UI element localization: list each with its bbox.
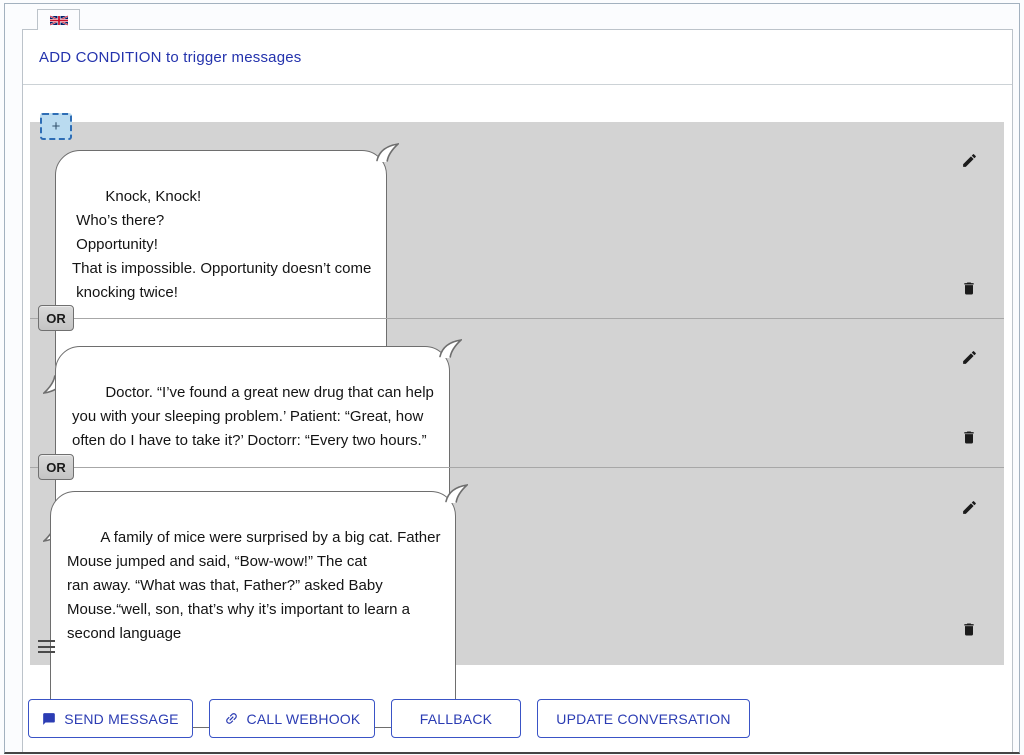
button-label: FALLBACK [420,711,492,727]
pencil-icon [961,152,978,169]
condition-row: A family of mice were surprised by a big… [30,467,1004,665]
button-label: SEND MESSAGE [64,711,178,727]
call-webhook-button[interactable]: CALL WEBHOOK [209,699,375,738]
send-message-button[interactable]: SEND MESSAGE [28,699,193,738]
trash-icon [961,429,977,446]
edit-message-button[interactable] [960,348,978,366]
delete-message-button[interactable] [960,279,978,297]
message-text: Knock, Knock! Who’s there? Opportunity! … [72,188,371,301]
page-title: ADD CONDITION to trigger messages [39,49,302,66]
language-tab[interactable] [37,9,80,30]
pencil-icon [961,499,978,516]
message-text: A family of mice were surprised by a big… [67,529,440,642]
drag-handle[interactable] [38,639,58,654]
bubble-tail-icon [438,339,462,359]
message-text: Doctor. “I’ve found a great new drug tha… [72,384,434,449]
link-icon [220,708,241,729]
uk-flag-icon [50,15,68,26]
delete-message-button[interactable] [960,620,978,638]
button-label: UPDATE CONVERSATION [556,711,730,727]
bubble-tail-icon [375,143,399,163]
condition-row: Doctor. “I’ve found a great new drug tha… [30,318,1004,467]
add-condition-button[interactable]: + [40,113,72,140]
bubble-tail-icon [444,484,468,504]
edit-message-button[interactable] [960,151,978,169]
edit-message-button[interactable] [960,498,978,516]
trash-icon [961,621,977,638]
speech-bubble-icon [42,712,56,726]
delete-message-button[interactable] [960,428,978,446]
drag-handle-icon [38,640,55,653]
update-conversation-button[interactable]: UPDATE CONVERSATION [537,699,750,738]
button-label: CALL WEBHOOK [247,711,361,727]
conditions-canvas: + Knock, Knock! Who’s there? Opportunity… [30,122,1004,665]
message-bubble[interactable]: A family of mice were surprised by a big… [50,491,456,728]
or-badge: OR [38,305,74,331]
condition-row: Knock, Knock! Who’s there? Opportunity! … [30,122,1004,318]
chatbot-condition-editor: ADD CONDITION to trigger messages + Knoc… [0,0,1024,755]
pencil-icon [961,349,978,366]
trash-icon [961,280,977,297]
action-toolbar: SEND MESSAGE CALL WEBHOOK FALLBACK UPDAT… [28,699,750,738]
or-badge: OR [38,454,74,480]
fallback-button[interactable]: FALLBACK [391,699,521,738]
panel-header: ADD CONDITION to trigger messages [23,30,1012,85]
